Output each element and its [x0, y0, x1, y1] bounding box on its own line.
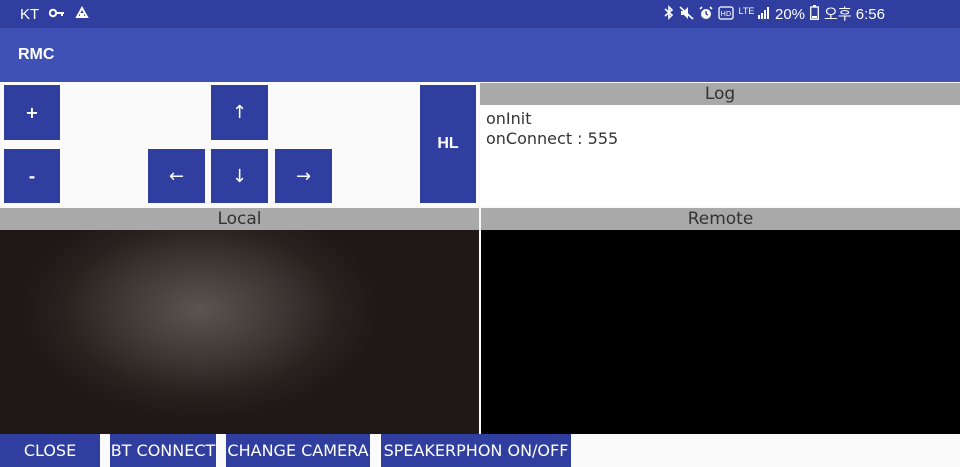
mute-icon	[678, 5, 694, 25]
hl-button[interactable]: HL	[420, 85, 476, 203]
signal-icon: LTE	[739, 6, 770, 25]
left-arrow-button[interactable]: ←	[148, 149, 205, 203]
app-title: RMC	[18, 46, 55, 63]
change-camera-button[interactable]: CHANGE CAMERA	[226, 434, 370, 467]
alarm-icon	[698, 5, 713, 25]
close-button[interactable]: CLOSE	[0, 434, 100, 467]
bt-connect-button[interactable]: BT CONNECT	[110, 434, 216, 467]
up-arrow-button[interactable]: ↑	[211, 85, 268, 140]
bluetooth-icon	[664, 5, 674, 25]
notification-icon	[75, 5, 89, 24]
control-pad: + - ↑ ← ↓ → HL	[0, 82, 479, 207]
status-bar: KT HD LTE 20% 오후 6:56	[0, 0, 960, 28]
battery-percent: 20%	[775, 6, 806, 23]
plus-button[interactable]: +	[4, 85, 60, 140]
local-video-view	[0, 230, 479, 434]
minus-button[interactable]: -	[4, 149, 60, 203]
clock: 오후 6:56	[824, 6, 885, 23]
log-line: onInit	[486, 109, 532, 128]
remote-header: Remote	[481, 208, 960, 230]
network-label: LTE	[738, 5, 755, 16]
local-header: Local	[0, 208, 479, 230]
down-arrow-button[interactable]: ↓	[211, 149, 268, 203]
hd-icon: HD	[717, 5, 734, 25]
log-output: onInit onConnect : 555	[480, 105, 960, 206]
carrier-label: KT	[20, 5, 40, 23]
log-header: Log	[480, 83, 960, 105]
bottom-button-bar: CLOSE BT CONNECT CHANGE CAMERA SPEAKERPH…	[0, 434, 960, 467]
battery-icon	[810, 5, 819, 25]
key-icon	[48, 6, 65, 24]
status-bar-left: KT	[20, 5, 89, 24]
log-line: onConnect : 555	[486, 129, 619, 148]
right-arrow-button[interactable]: →	[275, 149, 332, 203]
remote-video-view	[481, 230, 960, 434]
app-bar: RMC	[0, 28, 960, 82]
svg-text:HD: HD	[720, 10, 731, 18]
status-bar-right: HD LTE 20% 오후 6:56	[664, 5, 885, 25]
speakerphone-toggle-button[interactable]: SPEAKERPHON ON/OFF	[381, 434, 571, 467]
